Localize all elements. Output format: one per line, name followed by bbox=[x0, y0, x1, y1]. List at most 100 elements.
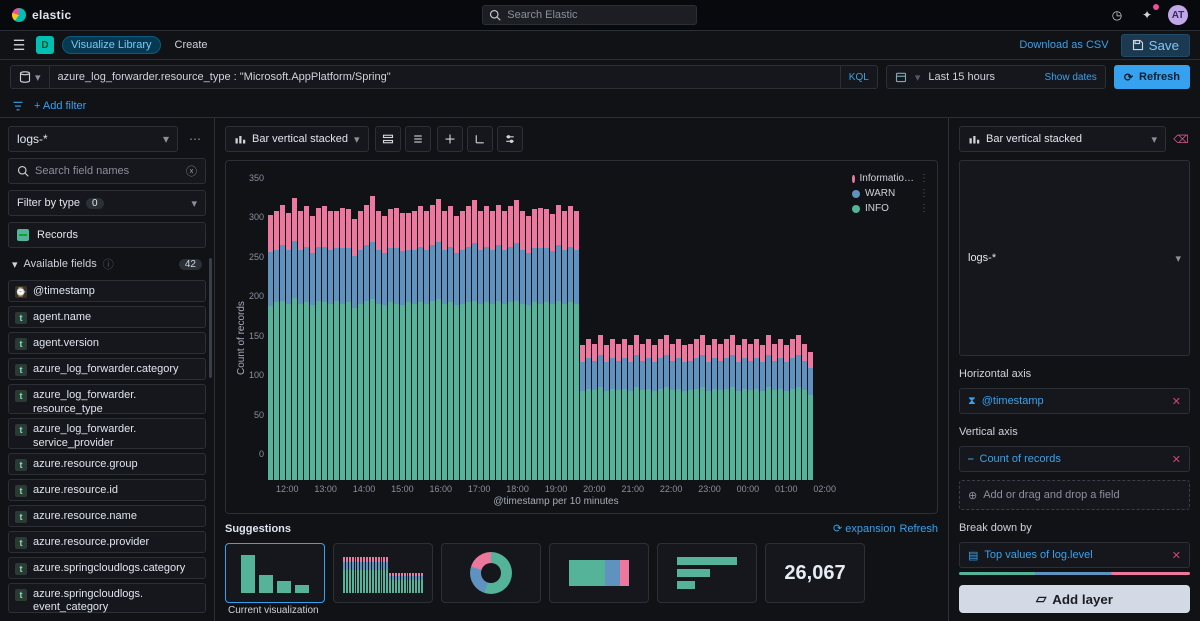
time-picker[interactable]: ▾ Last 15 hours Show dates bbox=[886, 65, 1106, 89]
field-item[interactable]: tagent.version bbox=[8, 332, 206, 354]
datasource-select[interactable]: logs-* ▾ bbox=[8, 126, 178, 152]
suggestion-stacked-single[interactable] bbox=[549, 543, 649, 603]
refresh-button[interactable]: ⟳ Refresh bbox=[1114, 65, 1190, 89]
user-avatar[interactable]: AT bbox=[1168, 5, 1188, 25]
chart-bar[interactable] bbox=[460, 211, 465, 480]
chart-bar[interactable] bbox=[508, 206, 513, 480]
chart-bar[interactable] bbox=[466, 206, 471, 480]
chart-bar[interactable] bbox=[730, 335, 735, 480]
chart-bar[interactable] bbox=[454, 216, 459, 480]
chart-type-select[interactable]: Bar vertical stacked ▾ bbox=[225, 126, 369, 152]
chart-bar[interactable] bbox=[418, 206, 423, 480]
chart-bar[interactable] bbox=[556, 205, 561, 480]
chart-bar[interactable] bbox=[610, 339, 615, 480]
chart-bar[interactable] bbox=[574, 211, 579, 480]
chart-bar[interactable] bbox=[688, 344, 693, 480]
suggestion-stacked[interactable] bbox=[333, 543, 433, 603]
newsfeed-icon[interactable]: ◷ bbox=[1108, 6, 1126, 24]
filter-by-type-toggle[interactable]: Filter by type 0 ▾ bbox=[8, 190, 206, 216]
field-item[interactable]: tagent.name bbox=[8, 306, 206, 328]
show-dates-link[interactable]: Show dates bbox=[1045, 72, 1097, 83]
chart-bar[interactable] bbox=[712, 339, 717, 480]
axis-button[interactable] bbox=[467, 126, 493, 152]
chart-bar[interactable] bbox=[514, 200, 519, 480]
chart-bar[interactable] bbox=[496, 205, 501, 480]
chart-bar[interactable] bbox=[550, 214, 555, 480]
notifications-icon[interactable]: ✦ bbox=[1138, 6, 1156, 24]
legend-more-icon[interactable]: ⋮ bbox=[919, 203, 929, 214]
chart-bar[interactable] bbox=[628, 345, 633, 480]
query-input[interactable]: azure_log_forwarder.resource_type : "Mic… bbox=[50, 71, 840, 83]
breakdown-field[interactable]: ▤Top values of log.level ✕ bbox=[959, 542, 1190, 568]
chart-bar[interactable] bbox=[766, 335, 771, 480]
legend-item[interactable]: Informatio…⋮ bbox=[852, 173, 929, 184]
chart-bar[interactable] bbox=[700, 335, 705, 480]
chart-bar[interactable] bbox=[568, 206, 573, 480]
chart-bar[interactable] bbox=[346, 209, 351, 480]
suggestion-metric[interactable]: 26,067 bbox=[765, 543, 865, 603]
chart-bar[interactable] bbox=[682, 345, 687, 480]
chart-bar[interactable] bbox=[616, 344, 621, 480]
chart-bar[interactable] bbox=[640, 344, 645, 480]
chart-bar[interactable] bbox=[334, 211, 339, 480]
chart-bar[interactable] bbox=[646, 339, 651, 480]
chart-bar[interactable] bbox=[382, 216, 387, 480]
legend-item[interactable]: INFO⋮ bbox=[852, 203, 929, 214]
chart-bar[interactable] bbox=[520, 211, 525, 480]
field-item[interactable]: tazure_log_forwarder. service_provider bbox=[8, 418, 206, 448]
field-item[interactable]: tazure.resource.name bbox=[8, 505, 206, 527]
chart-bar[interactable] bbox=[652, 345, 657, 480]
chart-bar[interactable] bbox=[412, 211, 417, 480]
legend-position-button[interactable] bbox=[375, 126, 401, 152]
breadcrumb-visualize[interactable]: Visualize Library bbox=[62, 36, 161, 54]
layer-datasource-select[interactable]: logs-* ▾ bbox=[959, 160, 1190, 356]
legend-item[interactable]: WARN⋮ bbox=[852, 188, 929, 199]
nav-toggle-icon[interactable]: ☰ bbox=[10, 37, 28, 54]
chart-plot-area[interactable] bbox=[268, 169, 844, 480]
field-item[interactable]: tazure.springcloudlogs. event_category bbox=[8, 583, 206, 613]
field-item[interactable]: tazure.springcloudlogs.category bbox=[8, 557, 206, 579]
chart-bar[interactable] bbox=[724, 339, 729, 480]
chart-bar[interactable] bbox=[808, 352, 813, 480]
field-item[interactable]: tazure.resource.id bbox=[8, 479, 206, 501]
chart-bar[interactable] bbox=[706, 345, 711, 480]
chart-bar[interactable] bbox=[340, 208, 345, 480]
suggestion-current[interactable]: Current visualization bbox=[225, 543, 325, 603]
chart-bar[interactable] bbox=[280, 205, 285, 480]
chart-bar[interactable] bbox=[490, 211, 495, 480]
field-item[interactable]: tazure.resource.provider bbox=[8, 531, 206, 553]
chart-bar[interactable] bbox=[352, 219, 357, 480]
remove-icon[interactable]: ✕ bbox=[1172, 549, 1181, 562]
chart-bar[interactable] bbox=[388, 209, 393, 480]
suggestions-refresh-link[interactable]: ⟳ expansion Refresh bbox=[833, 522, 938, 535]
chart-bar[interactable] bbox=[322, 206, 327, 480]
chart-bar[interactable] bbox=[376, 211, 381, 480]
layer-delete-icon[interactable]: ⌫ bbox=[1172, 133, 1190, 146]
chart-bar[interactable] bbox=[430, 205, 435, 480]
chart-bar[interactable] bbox=[358, 211, 363, 480]
download-csv-link[interactable]: Download as CSV bbox=[1019, 39, 1108, 51]
field-search-input[interactable]: Search field names ⓧ bbox=[8, 158, 206, 184]
layer-charttype-select[interactable]: Bar vertical stacked ▾ bbox=[959, 126, 1166, 152]
chart-bar[interactable] bbox=[622, 339, 627, 480]
chart-bar[interactable] bbox=[400, 213, 405, 480]
chart-bar[interactable] bbox=[754, 339, 759, 480]
chart-bar[interactable] bbox=[592, 344, 597, 480]
chart-bar[interactable] bbox=[472, 200, 477, 480]
chart-bar[interactable] bbox=[424, 211, 429, 480]
datasource-picker[interactable]: ▾ bbox=[11, 66, 50, 88]
chart-bar[interactable] bbox=[304, 206, 309, 480]
v-axis-field[interactable]: ⎯Count of records ✕ bbox=[959, 446, 1190, 472]
chart-bar[interactable] bbox=[436, 199, 441, 480]
remove-icon[interactable]: ✕ bbox=[1172, 453, 1181, 466]
chart-bar[interactable] bbox=[562, 211, 567, 480]
legend-more-icon[interactable]: ⋮ bbox=[919, 173, 929, 184]
add-filter-link[interactable]: + Add filter bbox=[34, 100, 86, 112]
query-lang-toggle[interactable]: KQL bbox=[840, 66, 877, 88]
chart-bar[interactable] bbox=[772, 344, 777, 480]
suggestion-donut[interactable] bbox=[441, 543, 541, 603]
chart-bar[interactable] bbox=[478, 211, 483, 480]
scrollbar-thumb[interactable] bbox=[209, 258, 212, 378]
settings-button[interactable] bbox=[497, 126, 523, 152]
chart-bar[interactable] bbox=[790, 339, 795, 480]
